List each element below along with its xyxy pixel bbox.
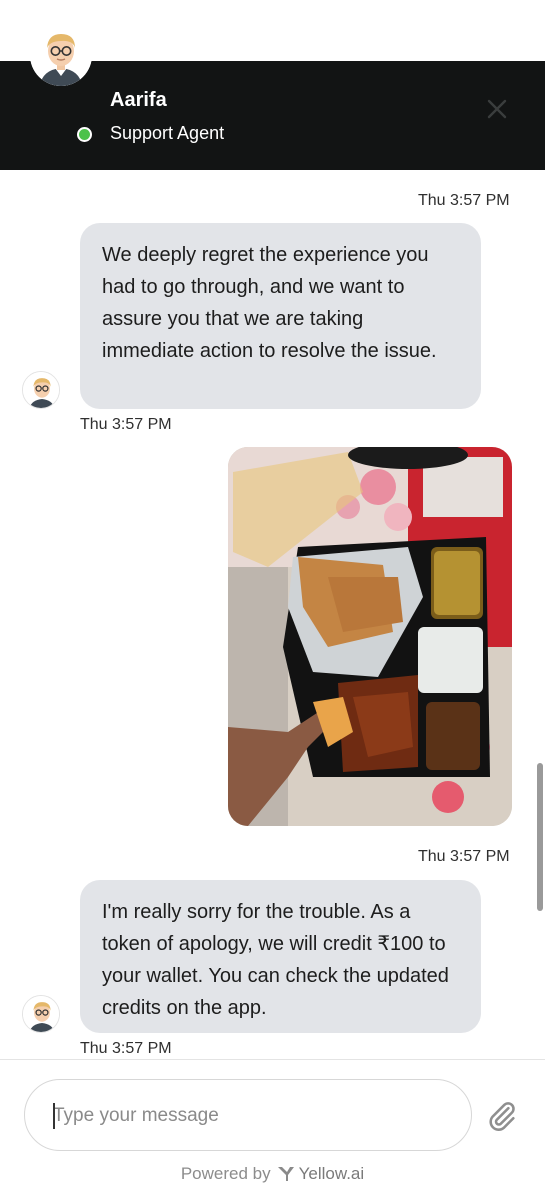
agent-avatar-small: [22, 995, 60, 1033]
agent-name: Aarifa: [110, 89, 167, 111]
message-timestamp: Thu 3:57 PM: [418, 192, 510, 209]
composer-divider: [0, 1059, 545, 1060]
close-icon[interactable]: [482, 94, 512, 124]
chat-scrollbar[interactable]: [537, 763, 543, 911]
agent-role: Support Agent: [110, 123, 225, 143]
paperclip-icon[interactable]: [485, 1099, 519, 1133]
yellow-ai-logo-icon: [277, 1167, 294, 1181]
agent-message-bubble: I'm really sorry for the trouble. As a t…: [80, 880, 481, 1033]
message-timestamp: Thu 3:57 PM: [80, 416, 172, 433]
agent-avatar-small: [22, 371, 60, 409]
user-image-message[interactable]: [228, 447, 512, 826]
message-timestamp: Thu 3:57 PM: [80, 1040, 172, 1057]
agent-message-bubble: We deeply regret the experience you had …: [80, 223, 481, 409]
message-timestamp: Thu 3:57 PM: [418, 848, 510, 865]
powered-by-label: Powered by: [180, 1164, 271, 1183]
powered-by-footer: Powered by Yellow.ai: [0, 1164, 545, 1184]
brand-name[interactable]: Yellow.ai: [299, 1164, 365, 1183]
message-input[interactable]: [53, 1100, 443, 1132]
agent-avatar: [30, 24, 92, 86]
message-input-container[interactable]: [24, 1079, 472, 1151]
online-status-indicator: [77, 127, 92, 142]
text-cursor: [53, 1103, 55, 1129]
